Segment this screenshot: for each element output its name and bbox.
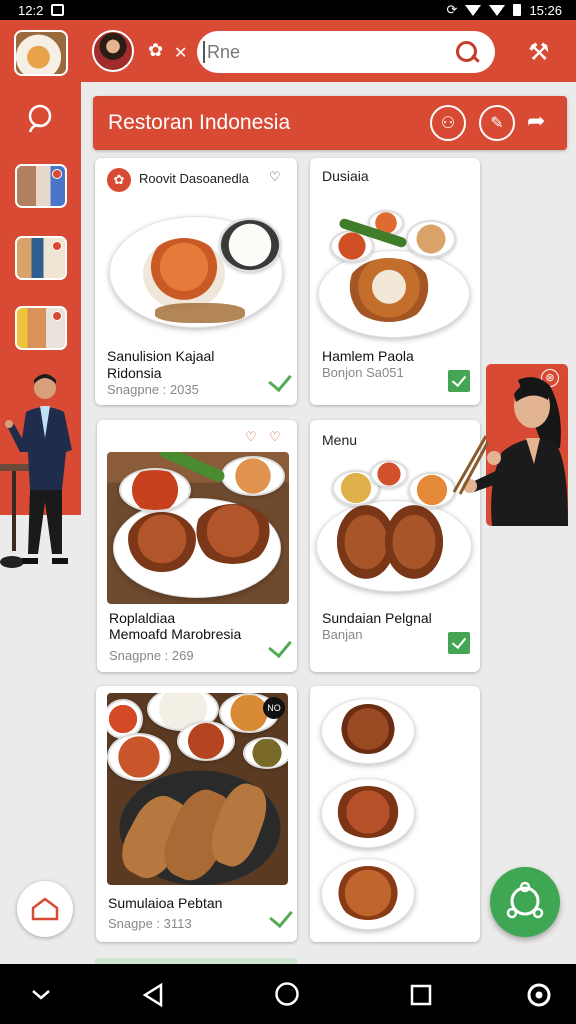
status-time-right: 15:26	[529, 2, 562, 18]
search-bar[interactable]	[197, 31, 495, 73]
photo-badge: NO	[263, 697, 285, 719]
card-header: Roovit Dasoanedla	[139, 171, 249, 186]
restaurant-banner: Restoran Indonesia ⚇ ✎ ➦	[93, 96, 567, 150]
dish-name: Roplaldiaa	[109, 610, 176, 626]
sidebar-item-3[interactable]	[15, 306, 67, 350]
notification-icon	[51, 4, 65, 16]
battery-icon	[513, 4, 522, 16]
food-image	[346, 258, 432, 322]
home-button[interactable]	[17, 881, 73, 937]
sauce-bowl	[243, 737, 288, 769]
menu-card[interactable]: NO Sumulaioa Pebtan Snagpe : 3113	[96, 686, 297, 942]
card-header: Dusiaia	[322, 168, 369, 184]
sambal-bowl	[119, 468, 191, 512]
food-photo	[107, 452, 289, 604]
sidebar-item-1[interactable]	[15, 164, 67, 208]
dish-meta: Snagpe : 3113	[108, 916, 192, 931]
share-icon[interactable]: ➦	[527, 108, 545, 134]
dish-name: Sumulaioa Pebtan	[108, 895, 223, 911]
circle-home-icon[interactable]	[274, 981, 300, 1007]
grilled-chicken	[127, 512, 197, 572]
user-icon[interactable]: ⚇	[430, 105, 466, 141]
dish-name: Hamlem Paola	[322, 348, 414, 364]
sidebar-item-2[interactable]	[15, 236, 67, 280]
presenter-man-image	[0, 374, 72, 568]
close-small-icon[interactable]: ✕	[174, 43, 187, 63]
sidebar-badge	[52, 169, 62, 179]
food-image	[340, 704, 396, 754]
menu-card[interactable]: Dusiaia Hamlem Paola Bonjon Sa051	[310, 158, 480, 405]
app-logo-thumbnail[interactable]	[14, 30, 68, 76]
dish-name-line2: Memoafd Marobresia	[109, 626, 242, 642]
signal-icon	[489, 4, 506, 16]
recents-icon[interactable]	[409, 983, 433, 1007]
dish-name: Sundaian Pelgnal	[322, 610, 432, 626]
rice-bowl	[219, 218, 281, 272]
dish-name: Sanulision Kajaal	[107, 348, 215, 364]
check-icon[interactable]	[269, 903, 293, 929]
tools-icon[interactable]: ⚒	[528, 38, 550, 67]
food-garnish	[155, 303, 245, 323]
chevron-down-icon[interactable]	[30, 986, 52, 1002]
sync-icon: ⟳	[446, 2, 458, 17]
food-photo: NO	[107, 693, 288, 885]
dish-meta: Banjan	[322, 627, 363, 642]
heart-icon[interactable]: ♡	[245, 429, 257, 445]
card-header: Menu	[322, 432, 358, 448]
side-bowl	[177, 721, 235, 761]
page-title: Restoran Indonesia	[108, 111, 291, 134]
assistant-icon	[506, 881, 544, 919]
side-bowl	[406, 220, 456, 258]
wifi-icon	[465, 4, 482, 16]
check-icon[interactable]	[268, 633, 292, 659]
sidebar-badge	[52, 311, 62, 321]
dish-meta: Snagpne : 2035	[107, 382, 199, 397]
check-icon[interactable]	[268, 367, 292, 393]
system-navigation-bar	[0, 964, 576, 1024]
avatar[interactable]	[92, 30, 134, 72]
accessibility-icon[interactable]	[525, 981, 553, 1009]
sauce-bowl	[370, 460, 408, 488]
food-image	[143, 238, 225, 310]
restaurant-logo-icon: ✿	[107, 168, 131, 192]
status-bar: 12:2 ⟳ 15:26	[0, 0, 576, 20]
side-bowl	[221, 456, 285, 496]
menu-card[interactable]	[310, 686, 480, 942]
grilled-chicken	[193, 504, 273, 564]
edit-icon[interactable]: ✎	[479, 105, 515, 141]
home-icon	[31, 897, 59, 921]
food-image	[334, 786, 402, 838]
chef-woman-image	[452, 377, 568, 526]
status-time: 12:2	[18, 2, 44, 18]
menu-card[interactable]: ✿ Roovit Dasoanedla ♡ Sanulision Kajaal …	[95, 158, 297, 405]
heart-icon[interactable]: ♡	[269, 169, 281, 185]
search-input[interactable]	[205, 41, 455, 63]
menu-card[interactable]: ♡ ♡ Roplaldiaa Memoafd Marobresia Snagpn…	[97, 420, 297, 672]
dish-name-line2: Ridonsia	[107, 365, 162, 381]
chat-icon[interactable]	[22, 102, 56, 136]
assistant-button[interactable]	[490, 867, 560, 937]
dish-meta: Bonjon Sa051	[322, 365, 404, 380]
bookmark-icon[interactable]: ♡	[269, 429, 281, 445]
dish-meta: Snagpne : 269	[109, 648, 194, 663]
checkbox-checked[interactable]	[448, 632, 470, 654]
back-icon[interactable]	[141, 982, 165, 1008]
settings-icon[interactable]: ✿	[148, 40, 163, 61]
grilled-chicken	[384, 504, 444, 580]
sidebar-badge	[52, 241, 62, 251]
food-image	[336, 866, 400, 920]
search-icon[interactable]	[455, 40, 479, 64]
